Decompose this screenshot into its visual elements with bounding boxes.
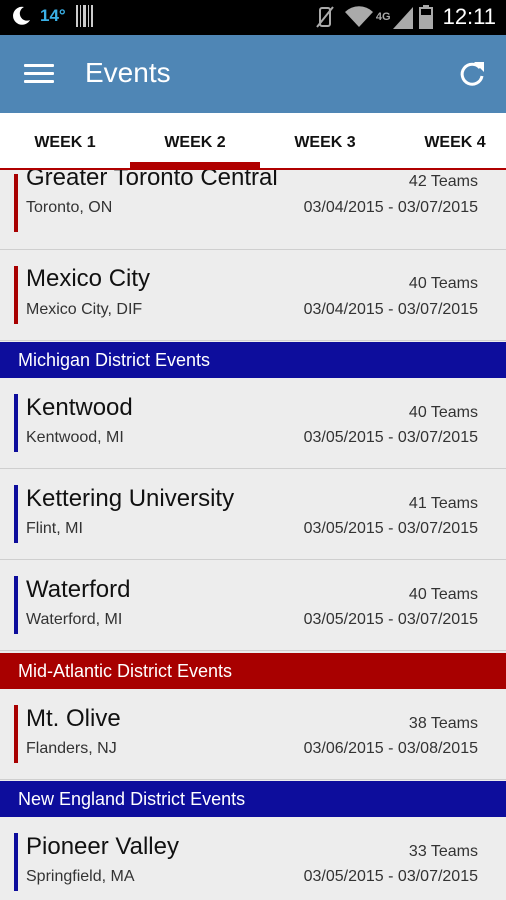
event-location: Toronto, ON	[26, 199, 113, 216]
menu-icon-line	[24, 64, 54, 67]
event-name: Kettering University	[26, 485, 235, 512]
week-tabs: WEEK 1 WEEK 2 WEEK 3 WEEK 4	[0, 113, 506, 170]
event-teams: 41 Teams	[408, 495, 478, 512]
barcode-icon	[75, 5, 93, 27]
event-name: Pioneer Valley	[26, 833, 179, 860]
event-name: Mt. Olive	[26, 705, 121, 732]
event-item-pioneer-valley[interactable]: Pioneer Valley Springfield, MA 33 Teams …	[0, 817, 506, 900]
network-type: 4G	[375, 11, 391, 23]
event-color-bar	[14, 485, 18, 543]
tab-week-3[interactable]: WEEK 3	[260, 113, 390, 168]
event-dates: 03/05/2015 - 03/07/2015	[303, 520, 478, 537]
event-name: Greater Toronto Central	[26, 170, 278, 191]
event-teams: 38 Teams	[408, 715, 478, 732]
event-name: Kentwood	[26, 394, 133, 421]
event-dates: 03/04/2015 - 03/07/2015	[303, 301, 478, 318]
event-list[interactable]: Greater Toronto Central Toronto, ON 42 T…	[0, 170, 506, 900]
event-location: Mexico City, DIF	[26, 301, 143, 318]
menu-icon-line	[24, 80, 54, 83]
event-teams: 42 Teams	[408, 173, 478, 190]
tab-week-1[interactable]: WEEK 1	[0, 113, 130, 168]
event-name: Waterford	[26, 576, 131, 603]
moon-icon	[13, 6, 30, 25]
event-location: Springfield, MA	[26, 868, 135, 885]
event-teams: 33 Teams	[408, 843, 478, 860]
menu-icon-line	[24, 72, 54, 75]
wifi-icon	[344, 6, 373, 28]
event-item-mexico-city[interactable]: Mexico City Mexico City, DIF 40 Teams 03…	[0, 250, 506, 341]
event-item-kettering-university[interactable]: Kettering University Flint, MI 41 Teams …	[0, 469, 506, 560]
section-header-mid-atlantic: Mid-Atlantic District Events	[0, 653, 506, 689]
event-color-bar	[14, 174, 18, 232]
event-item-waterford[interactable]: Waterford Waterford, MI 40 Teams 03/05/2…	[0, 560, 506, 651]
event-location: Waterford, MI	[26, 611, 123, 628]
event-item-greater-toronto-central[interactable]: Greater Toronto Central Toronto, ON 42 T…	[0, 170, 506, 250]
event-item-kentwood[interactable]: Kentwood Kentwood, MI 40 Teams 03/05/201…	[0, 378, 506, 469]
event-color-bar	[14, 705, 18, 763]
page-title: Events	[85, 57, 171, 88]
event-dates: 03/06/2015 - 03/08/2015	[303, 740, 478, 757]
event-teams: 40 Teams	[408, 275, 478, 292]
clock: 12:11	[442, 4, 496, 29]
event-dates: 03/05/2015 - 03/07/2015	[303, 868, 478, 885]
signal-icon	[392, 7, 413, 29]
event-location: Flint, MI	[26, 520, 83, 537]
app-bar: Events	[0, 35, 506, 113]
event-location: Kentwood, MI	[26, 429, 124, 446]
menu-button[interactable]	[24, 64, 54, 84]
event-location: Flanders, NJ	[26, 740, 117, 757]
vibrate-off-icon	[316, 6, 334, 28]
battery-icon	[418, 5, 433, 29]
refresh-icon[interactable]	[458, 60, 486, 88]
event-name: Mexico City	[26, 265, 151, 292]
event-teams: 40 Teams	[408, 404, 478, 421]
tab-week-4[interactable]: WEEK 4	[390, 113, 506, 168]
event-item-mt-olive[interactable]: Mt. Olive Flanders, NJ 38 Teams 03/06/20…	[0, 689, 506, 780]
temperature: 14°	[40, 6, 66, 25]
event-dates: 03/05/2015 - 03/07/2015	[303, 611, 478, 628]
event-teams: 40 Teams	[408, 586, 478, 603]
event-dates: 03/04/2015 - 03/07/2015	[303, 199, 478, 216]
event-dates: 03/05/2015 - 03/07/2015	[303, 429, 478, 446]
event-color-bar	[14, 833, 18, 891]
event-color-bar	[14, 576, 18, 634]
event-color-bar	[14, 266, 18, 324]
section-header-michigan: Michigan District Events	[0, 342, 506, 378]
event-color-bar	[14, 394, 18, 452]
tab-week-2[interactable]: WEEK 2	[130, 113, 260, 168]
section-header-new-england: New England District Events	[0, 781, 506, 817]
status-bar: 14° 4G 12:11	[0, 0, 506, 35]
